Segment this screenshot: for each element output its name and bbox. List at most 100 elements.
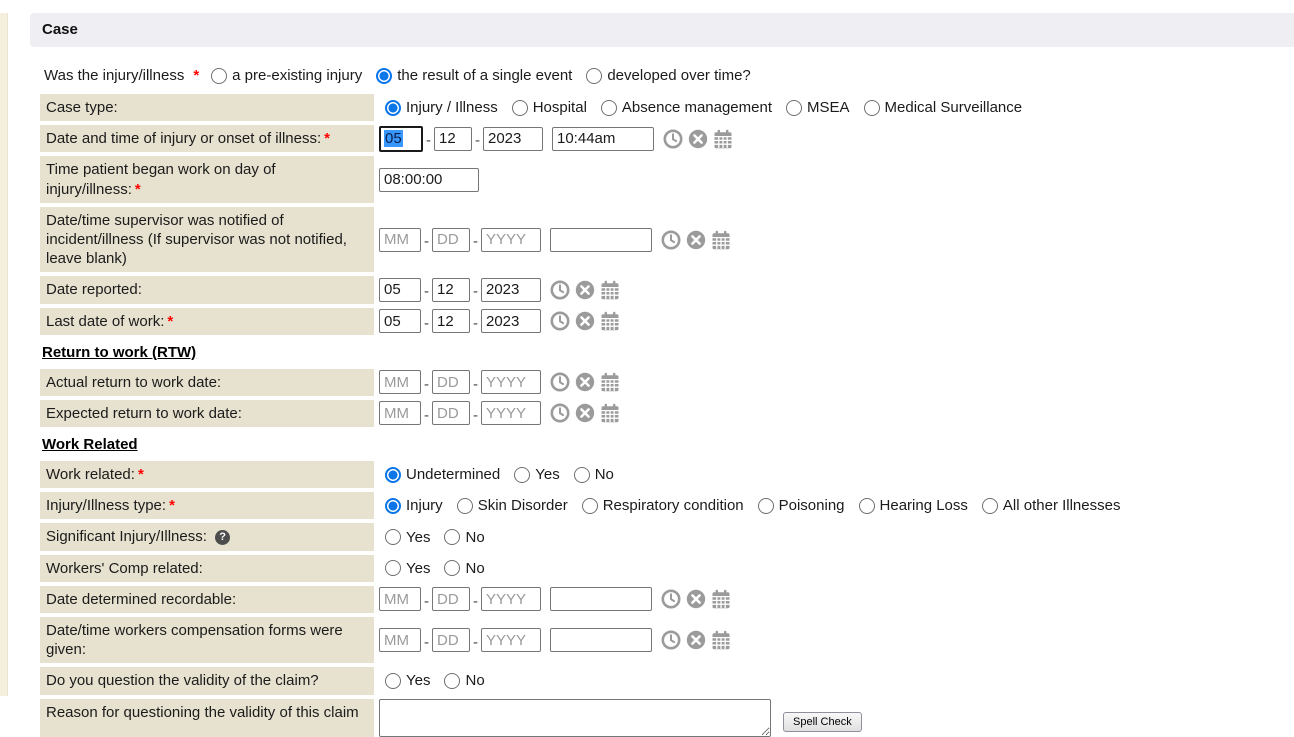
help-icon[interactable]: ? [215, 530, 230, 545]
radio-icon[interactable] [574, 467, 590, 483]
expected-rtw-month-input[interactable] [379, 401, 421, 425]
time-began-input[interactable] [379, 168, 479, 192]
injury-day-input[interactable] [434, 127, 472, 151]
radio-icon[interactable] [514, 467, 530, 483]
injury-time-input[interactable] [552, 127, 654, 151]
recordable-time-input[interactable] [550, 587, 652, 611]
wc-forms-time-input[interactable] [550, 628, 652, 652]
radio-validity-yes[interactable]: Yes [385, 672, 430, 689]
spell-check-button[interactable]: Spell Check [783, 712, 862, 732]
calendar-icon[interactable] [711, 230, 731, 250]
clear-icon[interactable] [575, 403, 595, 423]
expected-rtw-year-input[interactable] [481, 401, 541, 425]
radio-pre-existing-injury[interactable]: a pre-existing injury [211, 67, 362, 84]
radio-icon[interactable] [586, 68, 602, 84]
radio-work-related-yes[interactable]: Yes [514, 466, 559, 483]
radio-icon[interactable] [864, 100, 880, 116]
actual-rtw-day-input[interactable] [432, 370, 470, 394]
clock-icon[interactable] [550, 403, 570, 423]
calendar-icon[interactable] [600, 403, 620, 423]
radio-icon-checked[interactable] [376, 68, 392, 84]
radio-hearing-loss[interactable]: Hearing Loss [859, 497, 968, 514]
radio-icon[interactable] [385, 560, 401, 576]
lastwork-month-input[interactable] [379, 309, 421, 333]
recordable-day-input[interactable] [432, 587, 470, 611]
calendar-icon[interactable] [600, 372, 620, 392]
calendar-icon[interactable] [711, 630, 731, 650]
reported-day-input[interactable] [432, 278, 470, 302]
actual-rtw-year-input[interactable] [481, 370, 541, 394]
radio-icon[interactable] [385, 529, 401, 545]
wc-forms-day-input[interactable] [432, 628, 470, 652]
recordable-year-input[interactable] [481, 587, 541, 611]
radio-icon[interactable] [582, 498, 598, 514]
radio-poisoning[interactable]: Poisoning [758, 497, 845, 514]
radio-icon[interactable] [444, 673, 460, 689]
radio-icon[interactable] [444, 529, 460, 545]
radio-icon[interactable] [859, 498, 875, 514]
clear-icon[interactable] [575, 311, 595, 331]
calendar-icon[interactable] [713, 129, 733, 149]
radio-icon[interactable] [211, 68, 227, 84]
radio-icon[interactable] [457, 498, 473, 514]
radio-skin-disorder[interactable]: Skin Disorder [457, 497, 568, 514]
radio-undetermined[interactable]: Undetermined [385, 466, 500, 483]
radio-result-of-single-event[interactable]: the result of a single event [376, 67, 572, 84]
radio-icon-checked[interactable] [385, 100, 401, 116]
supervisor-month-input[interactable] [379, 228, 421, 252]
reported-year-input[interactable] [481, 278, 541, 302]
radio-icon-checked[interactable] [385, 467, 401, 483]
lastwork-year-input[interactable] [481, 309, 541, 333]
radio-medical-surveillance[interactable]: Medical Surveillance [864, 99, 1023, 116]
clear-icon[interactable] [686, 589, 706, 609]
radio-validity-no[interactable]: No [444, 672, 484, 689]
radio-injury[interactable]: Injury [385, 497, 443, 514]
clock-icon[interactable] [550, 311, 570, 331]
radio-icon[interactable] [758, 498, 774, 514]
injury-month-input[interactable]: 05 [379, 126, 423, 152]
validity-reason-textarea[interactable] [379, 699, 771, 737]
radio-icon[interactable] [982, 498, 998, 514]
clock-icon[interactable] [661, 230, 681, 250]
supervisor-year-input[interactable] [481, 228, 541, 252]
injury-year-input[interactable] [483, 127, 543, 151]
radio-icon[interactable] [786, 100, 802, 116]
radio-workers-comp-yes[interactable]: Yes [385, 560, 430, 577]
radio-icon[interactable] [444, 560, 460, 576]
radio-hospital[interactable]: Hospital [512, 99, 587, 116]
radio-icon[interactable] [385, 673, 401, 689]
clear-icon[interactable] [686, 230, 706, 250]
wc-forms-month-input[interactable] [379, 628, 421, 652]
actual-rtw-month-input[interactable] [379, 370, 421, 394]
wc-forms-year-input[interactable] [481, 628, 541, 652]
supervisor-time-input[interactable] [550, 228, 652, 252]
clear-icon[interactable] [686, 630, 706, 650]
reported-month-input[interactable] [379, 278, 421, 302]
clock-icon[interactable] [663, 129, 683, 149]
calendar-icon[interactable] [711, 589, 731, 609]
radio-developed-over-time[interactable]: developed over time? [586, 67, 750, 84]
lastwork-day-input[interactable] [432, 309, 470, 333]
radio-workers-comp-no[interactable]: No [444, 560, 484, 577]
supervisor-day-input[interactable] [432, 228, 470, 252]
clock-icon[interactable] [550, 372, 570, 392]
recordable-month-input[interactable] [379, 587, 421, 611]
radio-significant-no[interactable]: No [444, 529, 484, 546]
radio-injury-illness[interactable]: Injury / Illness [385, 99, 498, 116]
clock-icon[interactable] [550, 280, 570, 300]
radio-significant-yes[interactable]: Yes [385, 529, 430, 546]
clear-icon[interactable] [575, 280, 595, 300]
radio-all-other-illnesses[interactable]: All other Illnesses [982, 497, 1121, 514]
calendar-icon[interactable] [600, 280, 620, 300]
radio-work-related-no[interactable]: No [574, 466, 614, 483]
radio-absence-management[interactable]: Absence management [601, 99, 772, 116]
radio-icon-checked[interactable] [385, 498, 401, 514]
clear-icon[interactable] [575, 372, 595, 392]
clock-icon[interactable] [661, 630, 681, 650]
radio-msea[interactable]: MSEA [786, 99, 850, 116]
calendar-icon[interactable] [600, 311, 620, 331]
clock-icon[interactable] [661, 589, 681, 609]
expected-rtw-day-input[interactable] [432, 401, 470, 425]
radio-icon[interactable] [512, 100, 528, 116]
radio-respiratory-condition[interactable]: Respiratory condition [582, 497, 744, 514]
